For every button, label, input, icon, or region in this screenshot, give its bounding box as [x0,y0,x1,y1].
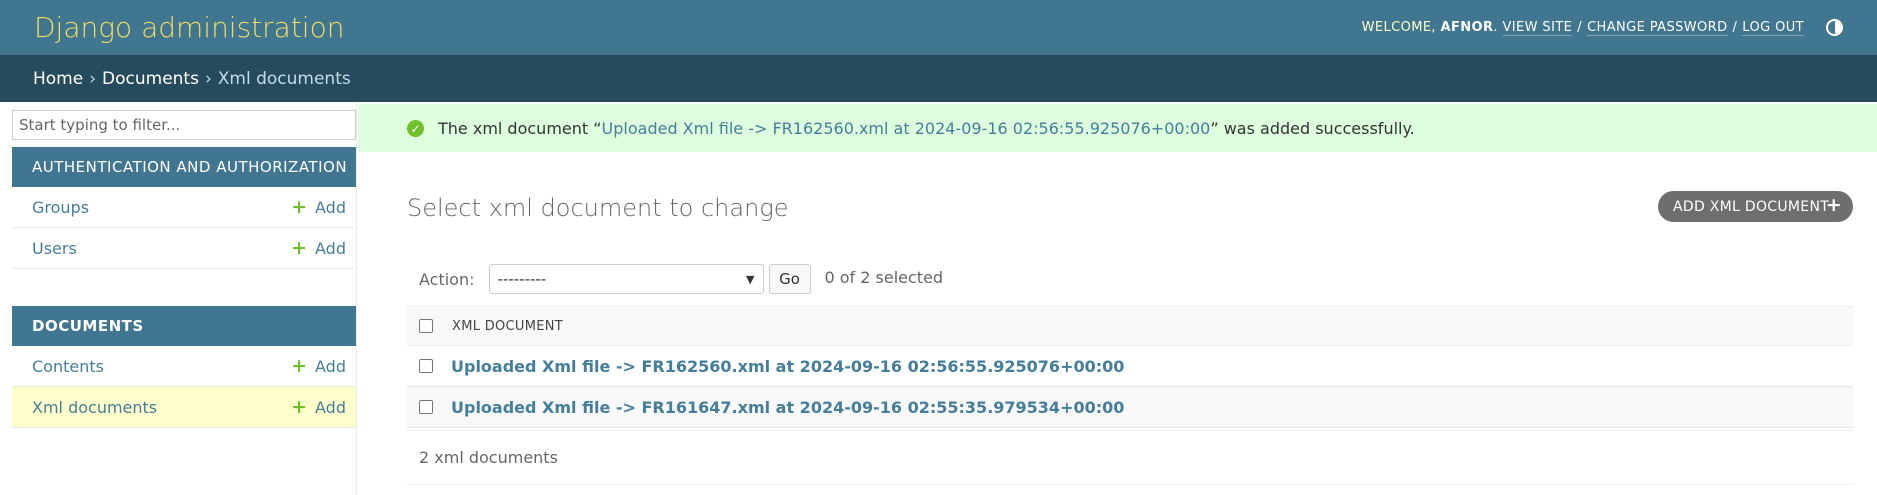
view-site-link[interactable]: VIEW SITE [1502,20,1573,36]
breadcrumb: Home › Documents › Xml documents [0,55,1877,102]
plus-icon: + [291,236,308,259]
welcome-period: . [1493,20,1498,35]
theme-toggle-icon[interactable] [1826,19,1843,36]
message-suffix: ” was added successfully. [1210,118,1415,138]
chevron-down-icon: ▼ [746,272,755,286]
table-row: Uploaded Xml file -> FR162560.xml at 202… [407,346,1853,387]
row-checkbox[interactable] [419,400,433,414]
table-row: Uploaded Xml file -> FR161647.xml at 202… [407,387,1853,428]
add-label: Add [315,356,346,376]
plus-icon: + [291,395,308,418]
paginator: 2 xml documents [407,430,1853,485]
breadcrumb-current: Xml documents [217,68,351,89]
page-title: Select xml document to change [407,194,789,222]
result-table: XML DOCUMENT Uploaded Xml file -> FR1625… [407,306,1853,428]
add-group-link[interactable]: + Add [291,195,346,218]
add-label: Add [315,197,346,217]
sidebar-item-groups: Groups + Add [12,187,356,228]
user-tools: WELCOME, AFNOR. VIEW SITE / CHANGE PASSW… [1362,19,1843,36]
welcome-text: WELCOME, [1361,20,1436,35]
breadcrumb-separator: › [204,68,212,89]
header: Django administration WELCOME, AFNOR. VI… [0,0,1877,55]
add-user-link[interactable]: + Add [291,236,346,259]
add-button-label: ADD XML DOCUMENT [1673,198,1830,215]
action-label: Action: [419,269,475,289]
nav-sidebar: Start typing to filter... AUTHENTICATION… [0,102,357,495]
module-caption-auth[interactable]: AUTHENTICATION AND AUTHORIZATION [12,147,356,187]
message-link[interactable]: Uploaded Xml file -> FR162560.xml at 202… [602,119,1211,138]
add-xml-document-link[interactable]: + Add [291,395,346,418]
nav-filter-input[interactable]: Start typing to filter... [12,110,356,140]
add-xml-document-button[interactable]: ADD XML DOCUMENT + [1658,191,1853,222]
select-all-checkbox[interactable] [419,319,433,333]
message-prefix: The xml document “ [438,118,602,138]
table-header: XML DOCUMENT [407,306,1853,346]
sidebar-item-users-link[interactable]: Users [32,239,77,258]
sidebar-item-contents-link[interactable]: Contents [32,357,104,376]
selection-counter: 0 of 2 selected [824,267,944,287]
add-label: Add [315,238,346,258]
row-checkbox[interactable] [419,359,433,373]
breadcrumb-documents[interactable]: Documents [102,69,199,89]
plus-icon: + [1825,194,1842,216]
go-button[interactable]: Go [768,264,811,294]
username: AFNOR [1440,20,1494,35]
sidebar-item-groups-link[interactable]: Groups [32,198,89,217]
breadcrumb-separator: › [89,68,97,89]
add-label: Add [315,397,346,417]
success-message: ✓ The xml document “Uploaded Xml file ->… [358,104,1877,152]
module-caption-documents[interactable]: DOCUMENTS [12,306,356,346]
column-header-xml-document[interactable]: XML DOCUMENT [452,319,563,334]
sidebar-item-contents: Contents + Add [12,346,356,387]
action-select-value: --------- [497,270,547,288]
row-link[interactable]: Uploaded Xml file -> FR162560.xml at 202… [451,357,1124,376]
plus-icon: + [291,354,308,377]
separator: / [1732,20,1738,35]
actions-bar: Action: --------- ▼ Go 0 of 2 selected [407,262,1853,296]
sidebar-item-xml-documents-link[interactable]: Xml documents [32,398,157,417]
separator: / [1577,20,1583,35]
message-text: The xml document “Uploaded Xml file -> F… [438,119,1415,138]
site-title[interactable]: Django administration [34,11,344,44]
sidebar-item-users: Users + Add [12,228,356,269]
change-password-link[interactable]: CHANGE PASSWORD [1587,20,1728,36]
action-select[interactable]: --------- ▼ [488,264,764,294]
row-link[interactable]: Uploaded Xml file -> FR161647.xml at 202… [451,398,1124,417]
breadcrumb-home[interactable]: Home [33,69,83,89]
check-icon: ✓ [407,120,424,137]
plus-icon: + [291,195,308,218]
sidebar-item-xml-documents: Xml documents + Add [12,387,356,428]
logout-link[interactable]: LOG OUT [1742,20,1804,36]
add-content-link[interactable]: + Add [291,354,346,377]
